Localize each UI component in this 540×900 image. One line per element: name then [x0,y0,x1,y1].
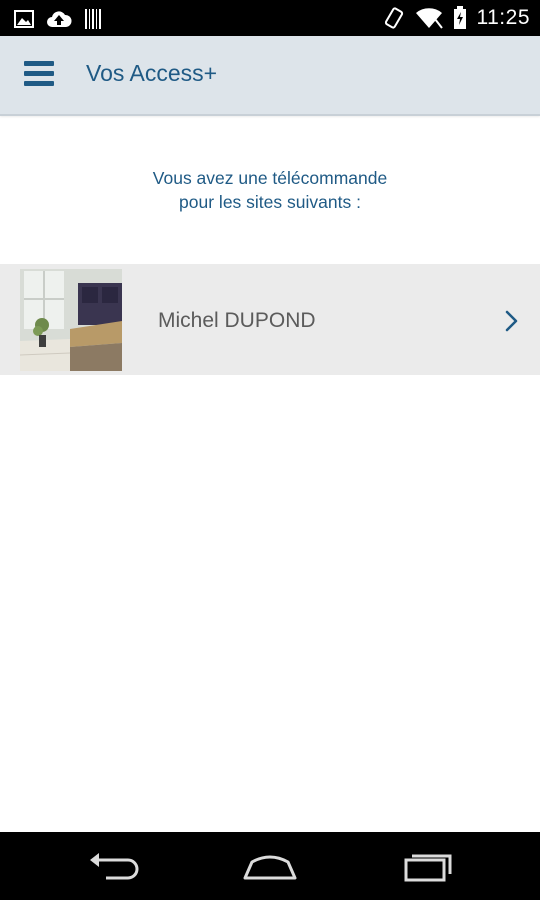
navigation-bar [0,832,540,900]
intro-text: Vous avez une télécommande pour les site… [0,166,540,214]
barcode-icon [84,8,102,30]
back-button[interactable] [84,846,144,886]
site-name: Michel DUPOND [158,309,316,332]
recents-button[interactable] [398,846,458,886]
intro-line-2: pour les sites suivants : [179,192,361,212]
back-icon [84,853,144,890]
intro-line-1: Vous avez une télécommande [152,168,388,188]
app-bar: Vos Access+ [0,36,540,116]
status-bar-system: 11:25 [383,6,531,30]
battery-icon [453,6,467,30]
menu-button[interactable] [16,52,64,100]
cloud-upload-icon [46,9,72,29]
recent-apps-icon [398,854,458,890]
page-title: Vos Access+ [86,60,218,86]
status-bar-notifications [14,8,102,30]
screen-rotation-icon [383,7,405,29]
chevron-right-icon [500,308,522,334]
status-time: 11:25 [476,6,530,29]
status-bar: 11:25 [0,0,540,36]
wifi-icon [415,7,443,29]
hamburger-menu-icon [16,61,64,104]
site-thumbnail [20,269,122,371]
home-icon [240,855,300,890]
home-button[interactable] [240,846,300,886]
image-icon [14,10,34,28]
site-list-item[interactable]: Michel DUPOND [0,264,540,375]
